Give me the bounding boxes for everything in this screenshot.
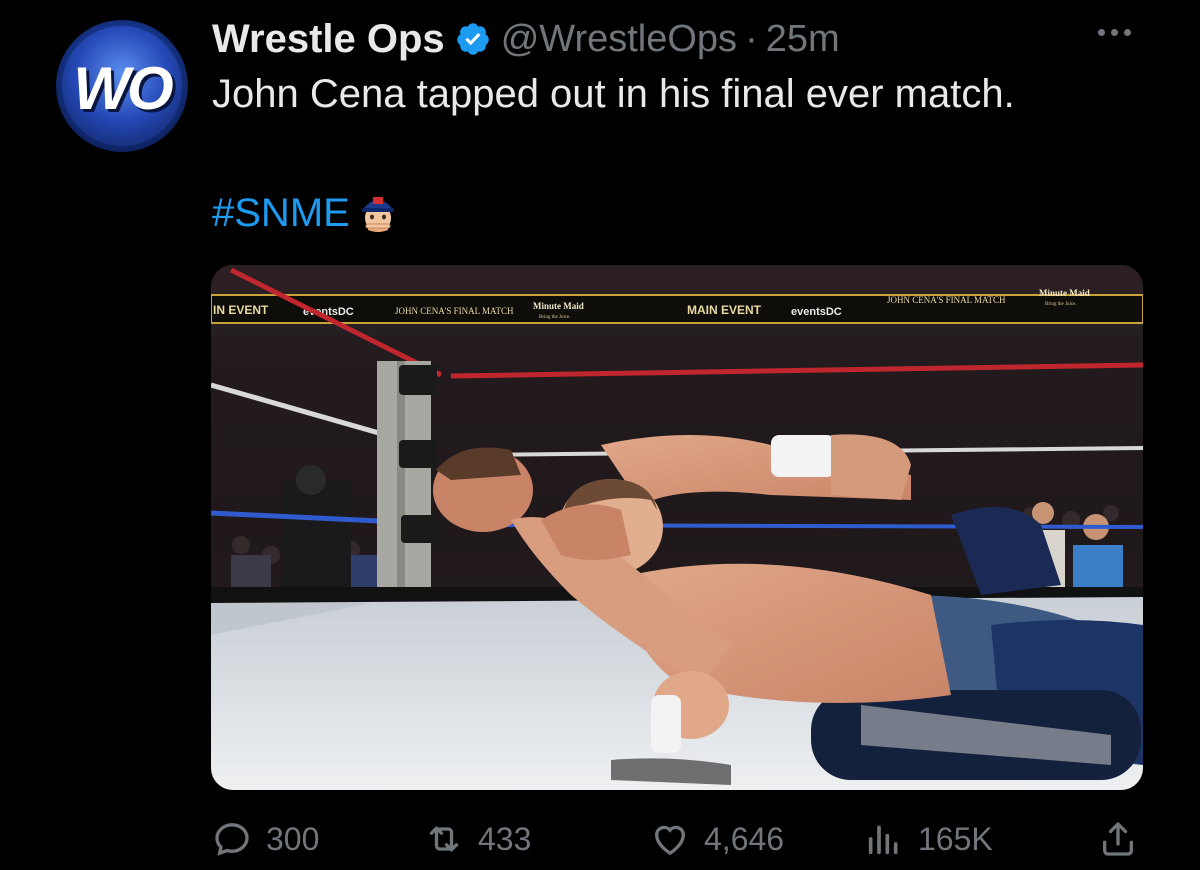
hashtag-link[interactable]: #SNME [212,191,350,236]
timestamp[interactable]: 25m [766,18,840,61]
cena-hashtag-emoji-icon [361,197,394,232]
banner-text: eventsDC [791,306,842,318]
reply-icon [215,823,249,856]
more-dot [1111,28,1118,36]
views-count: 165K [918,820,993,857]
display-name[interactable]: Wrestle Ops [212,17,445,62]
more-dot [1124,28,1131,36]
more-dot [1098,28,1105,36]
views-button[interactable]: 165K [864,812,993,866]
reply-button[interactable]: 300 [212,812,319,866]
banner-text: MAIN EVENT [687,303,762,317]
like-button[interactable]: 4,646 [650,812,784,866]
tweet-header: Wrestle Ops @WrestleOps · 25m [212,14,840,64]
tweet-media-image[interactable]: IN EVENT eventsDC JOHN CENA'S FINAL MATC… [211,265,1143,790]
like-icon [654,825,686,856]
share-icon [1103,822,1133,856]
wrestling-photo: IN EVENT eventsDC JOHN CENA'S FINAL MATC… [211,265,1143,790]
verified-badge-icon [456,23,489,55]
handle[interactable]: @WrestleOps [501,18,737,61]
views-icon [868,825,898,855]
separator: · [745,17,758,60]
banner-text: JOHN CENA'S FINAL MATCH [887,295,1006,305]
avatar[interactable]: WO [56,20,188,152]
banner-text: Bring the Juice. [539,315,571,320]
more-icon[interactable] [1098,22,1138,42]
avatar-logo-text: WO [73,55,173,122]
like-count: 4,646 [704,820,785,857]
hashtag-row: #SNME [212,190,398,236]
banner-text: Minute Maid [533,301,584,311]
tweet-text: John Cena tapped out in his final ever m… [212,72,1015,116]
repost-count: 433 [478,820,532,857]
share-button[interactable] [1098,812,1152,866]
banner-text: Bring the Juice. [1045,302,1077,307]
repost-icon [429,826,459,852]
banner-text: JOHN CENA'S FINAL MATCH [395,306,514,316]
reply-count: 300 [266,820,320,857]
banner-text: IN EVENT [213,303,269,317]
banner-text: Minute Maid [1039,288,1090,298]
repost-button[interactable]: 433 [424,812,531,866]
action-bar: 300 433 4,646 165K [0,812,1200,866]
